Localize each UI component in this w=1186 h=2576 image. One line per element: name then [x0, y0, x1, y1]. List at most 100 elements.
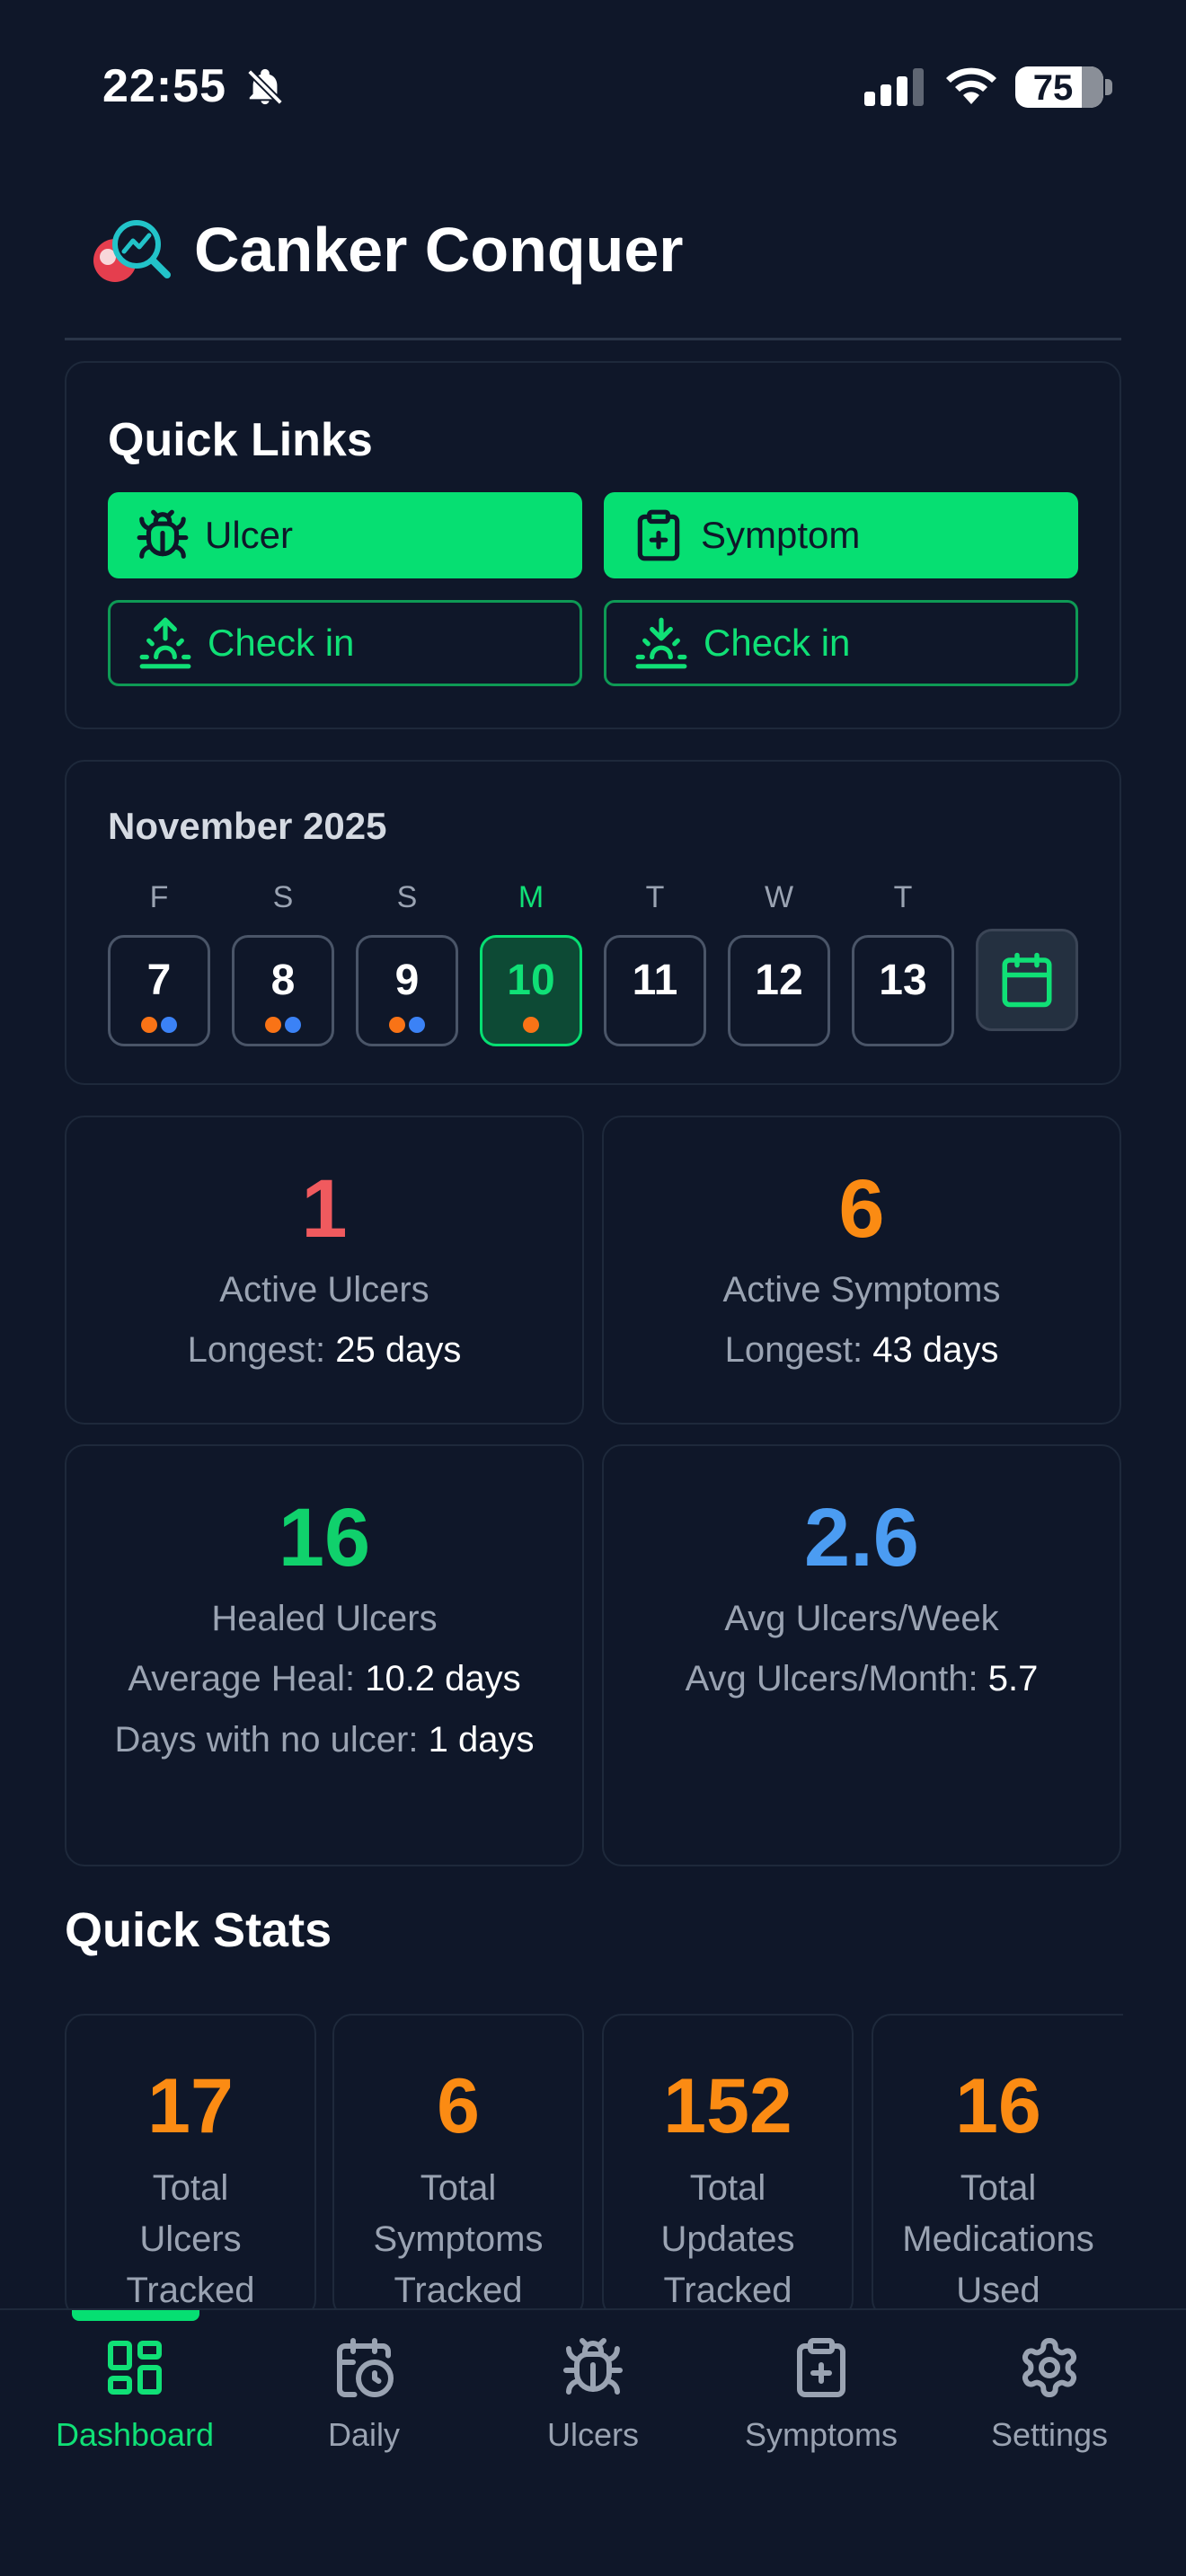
bug-icon	[137, 509, 189, 559]
nav-label: Daily	[327, 2416, 400, 2453]
day-box[interactable]: 9	[356, 935, 458, 1046]
dashboard-icon	[108, 2341, 162, 2395]
calendar-day[interactable]: S 8	[232, 880, 334, 1046]
calendar-day[interactable]: S 9	[356, 880, 458, 1046]
nav-ulcers[interactable]: Ulcers	[485, 2335, 701, 2454]
dashboard-screen: 22:55 75 Canker Conquer Quick Links Ulce…	[0, 0, 1186, 2576]
avg-ulcers-week-value: 2.6	[804, 1492, 919, 1584]
days-no-ulcer-value: 1 days	[428, 1720, 535, 1760]
sunrise-icon	[139, 617, 191, 669]
avg-month-label: Avg Ulcers/Month:	[685, 1659, 978, 1698]
gear-icon	[1022, 2338, 1077, 2397]
longest-ulcer-line: Longest: 25 days	[66, 1324, 582, 1376]
day-dots	[482, 1017, 580, 1033]
healed-ulcers-count: 16	[278, 1492, 371, 1584]
day-number: 12	[755, 957, 803, 1004]
day-letter: S	[396, 880, 418, 914]
active-ulcers-count: 1	[301, 1163, 348, 1255]
day-letter: T	[893, 880, 913, 914]
day-letter: W	[764, 880, 794, 914]
evening-check-in-button[interactable]: Check in	[604, 600, 1078, 686]
quick-stat-value: 16	[955, 2063, 1041, 2149]
day-letter: M	[518, 880, 544, 914]
average-heal-line: Average Heal: 10.2 days	[66, 1653, 582, 1705]
calendar-day-today[interactable]: M 10	[480, 880, 582, 1046]
calendar-month: November 2025	[108, 805, 387, 847]
day-dots	[358, 1017, 456, 1033]
quick-stat-card: 152 Total Updates Tracked	[602, 2014, 854, 2319]
active-symptoms-card[interactable]: 6 Active Symptoms Longest: 43 days	[602, 1116, 1121, 1425]
app-logo-icon	[93, 220, 171, 282]
cellular-signal-icon	[864, 68, 924, 106]
day-box[interactable]: 13	[852, 935, 954, 1046]
symptom-dot	[161, 1017, 177, 1033]
nav-dashboard[interactable]: Dashboard	[27, 2335, 243, 2454]
active-ulcers-card[interactable]: 1 Active Ulcers Longest: 25 days	[65, 1116, 584, 1425]
clipboard-plus-icon	[637, 509, 680, 561]
healed-ulcers-label: Healed Ulcers	[211, 1599, 438, 1638]
day-number: 9	[394, 957, 420, 1004]
morning-check-in-button[interactable]: Check in	[108, 600, 582, 686]
quick-stats-title: Quick Stats	[65, 1903, 332, 1957]
avg-ulcers-month-line: Avg Ulcers/Month: 5.7	[604, 1653, 1120, 1705]
ulcer-dot	[265, 1017, 281, 1033]
day-box[interactable]: 10	[480, 935, 582, 1046]
nav-settings[interactable]: Settings	[942, 2335, 1157, 2454]
header-divider	[65, 338, 1121, 340]
quick-stat-label: Total Updates Tracked	[660, 2168, 795, 2310]
active-symptoms-count: 6	[838, 1163, 885, 1255]
quick-stat-label: Total Ulcers Tracked	[126, 2168, 255, 2310]
nav-label: Ulcers	[546, 2416, 639, 2453]
battery-tip	[1105, 79, 1112, 95]
morning-check-in-label: Check in	[208, 622, 355, 664]
battery-level: 75	[1032, 68, 1074, 108]
quick-stat-card: 17 Total Ulcers Tracked	[65, 2014, 316, 2319]
app-title: Canker Conquer	[194, 215, 684, 285]
quick-links-title: Quick Links	[108, 414, 373, 466]
calendar-day[interactable]: T 13	[852, 880, 954, 1046]
healed-ulcers-card[interactable]: 16 Healed Ulcers Average Heal: 10.2 days…	[65, 1444, 584, 1866]
days-no-ulcer-line: Days with no ulcer: 1 days	[66, 1714, 582, 1766]
clipboard-plus-icon	[797, 2338, 845, 2397]
days-no-ulcer-label: Days with no ulcer:	[114, 1720, 419, 1760]
open-calendar-button[interactable]	[976, 929, 1078, 1031]
ulcer-dot	[389, 1017, 405, 1033]
calendar-day[interactable]: F 7	[108, 880, 210, 1046]
day-box[interactable]: 8	[232, 935, 334, 1046]
wifi-icon	[946, 67, 996, 104]
average-heal-value: 10.2 days	[365, 1659, 521, 1698]
day-dots	[111, 1017, 208, 1033]
add-symptom-button[interactable]: Symptom	[604, 492, 1078, 578]
calendar-clock-icon	[337, 2338, 394, 2397]
nav-label: Symptoms	[744, 2416, 898, 2453]
calendar-day[interactable]: T 11	[604, 880, 706, 1046]
avg-ulcers-card[interactable]: 2.6 Avg Ulcers/Week Avg Ulcers/Month: 5.…	[602, 1444, 1121, 1866]
longest-label: Longest:	[724, 1330, 863, 1370]
day-number: 13	[879, 957, 927, 1004]
day-letter: F	[149, 880, 169, 914]
day-box[interactable]: 7	[108, 935, 210, 1046]
longest-label: Longest:	[187, 1330, 326, 1370]
calendar-day[interactable]: W 12	[728, 880, 830, 1046]
day-number: 8	[270, 957, 296, 1004]
add-symptom-label: Symptom	[701, 514, 861, 556]
quick-stat-value: 6	[437, 2063, 480, 2149]
nav-daily[interactable]: Daily	[256, 2335, 472, 2454]
evening-check-in-label: Check in	[704, 622, 851, 664]
ulcer-dot	[141, 1017, 157, 1033]
nav-symptoms[interactable]: Symptoms	[713, 2335, 929, 2454]
ulcer-dot	[523, 1017, 539, 1033]
quick-stat-card: 16 Total Medications Used	[872, 2014, 1123, 2319]
status-time: 22:55	[102, 60, 226, 112]
symptom-dot	[409, 1017, 425, 1033]
day-box[interactable]: 11	[604, 935, 706, 1046]
avg-month-value: 5.7	[987, 1659, 1039, 1698]
quick-stat-label: Total Symptoms Tracked	[373, 2168, 544, 2310]
calendar-icon	[1002, 952, 1052, 1008]
day-box[interactable]: 12	[728, 935, 830, 1046]
nav-label: Settings	[990, 2416, 1109, 2453]
longest-symptom-line: Longest: 43 days	[604, 1324, 1120, 1376]
day-dots	[235, 1017, 332, 1033]
active-ulcers-label: Active Ulcers	[219, 1270, 429, 1310]
add-ulcer-button[interactable]: Ulcer	[108, 492, 582, 578]
